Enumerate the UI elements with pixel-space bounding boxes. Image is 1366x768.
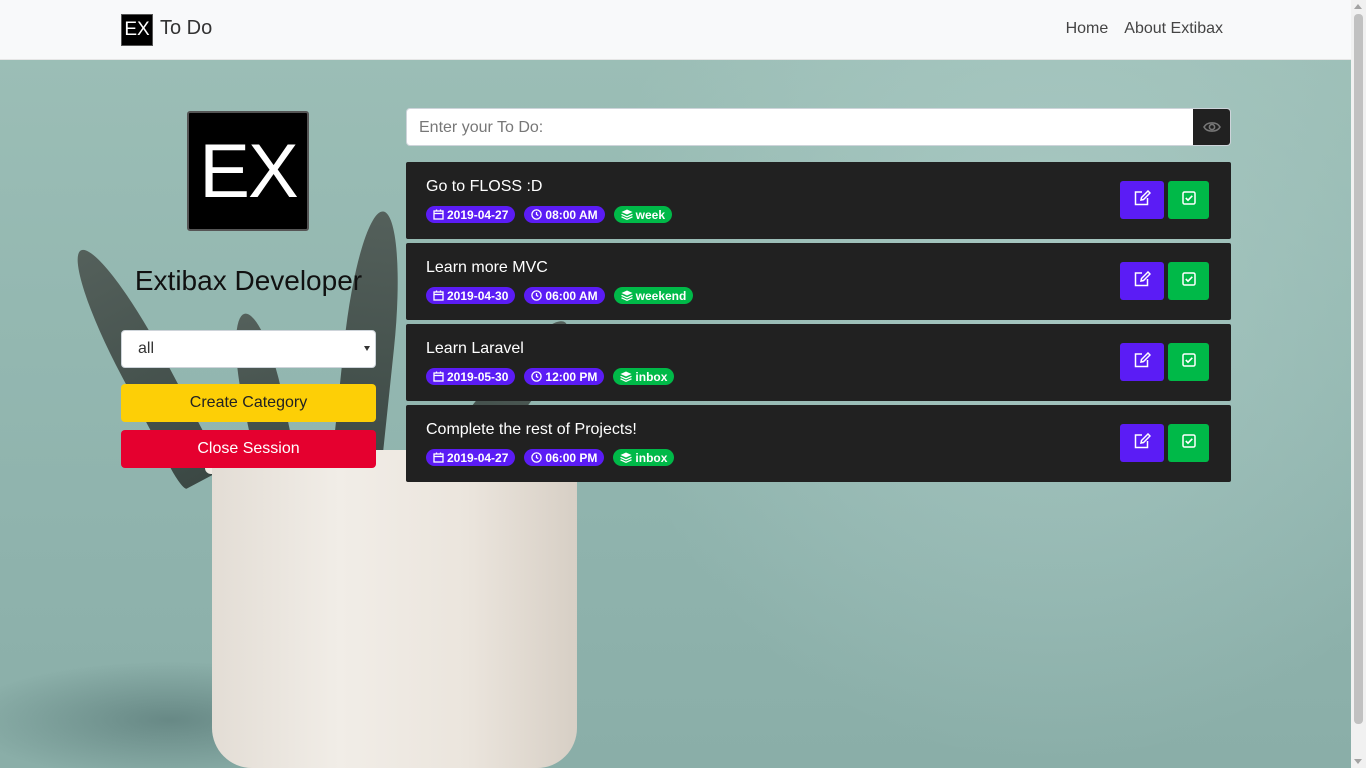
nav-link-about[interactable]: About Extibax — [1124, 20, 1223, 38]
scrollbar-thumb[interactable] — [1354, 14, 1363, 724]
edit-icon — [1133, 351, 1152, 373]
todo-date: 2019-04-30 — [447, 288, 509, 303]
todo-time-badge: 06:00 PM — [524, 449, 605, 466]
plant-pot — [212, 460, 577, 768]
todo-category-badge: inbox — [613, 449, 675, 466]
todo-time-badge: 08:00 AM — [524, 206, 605, 223]
check-square-icon — [1181, 271, 1196, 291]
brand-title: To Do — [160, 16, 213, 39]
todo-badges: 2019-04-30 06:00 AM weekend — [426, 287, 694, 304]
edit-todo-button[interactable] — [1120, 343, 1164, 381]
todo-badges: 2019-05-30 12:00 PM inbox — [426, 368, 675, 385]
clock-icon — [531, 371, 543, 382]
complete-todo-button[interactable] — [1168, 424, 1209, 462]
todo-category-badge: inbox — [613, 368, 675, 385]
complete-todo-button[interactable] — [1168, 181, 1209, 219]
todo-card: Learn more MVC 2019-04-30 06:00 AM weekend — [406, 243, 1231, 320]
todo-category: week — [635, 207, 665, 222]
nav-links: Home About Extibax — [1066, 20, 1223, 38]
todo-time: 06:00 AM — [545, 288, 598, 303]
check-square-icon — [1181, 352, 1196, 372]
complete-todo-button[interactable] — [1168, 343, 1209, 381]
todo-category-badge: week — [613, 206, 672, 223]
todo-time-badge: 06:00 AM — [524, 287, 605, 304]
todo-time-badge: 12:00 PM — [524, 368, 605, 385]
category-select[interactable]: all — [121, 330, 376, 368]
todo-date: 2019-04-27 — [447, 450, 509, 465]
todo-date-badge: 2019-05-30 — [426, 368, 516, 385]
brand-logo: EX — [121, 14, 153, 46]
layers-icon — [620, 290, 633, 301]
calendar-icon — [433, 209, 444, 220]
todo-badges: 2019-04-27 06:00 PM inbox — [426, 449, 675, 466]
edit-icon — [1133, 189, 1152, 211]
eye-icon — [1202, 122, 1221, 132]
chevron-down-icon — [364, 346, 370, 351]
complete-todo-button[interactable] — [1168, 262, 1209, 300]
edit-icon — [1133, 270, 1152, 292]
todo-time: 06:00 PM — [545, 450, 598, 465]
edit-todo-button[interactable] — [1120, 181, 1164, 219]
todo-card: Learn Laravel 2019-05-30 12:00 PM inbox — [406, 324, 1231, 401]
profile-logo: EX — [187, 111, 309, 231]
check-square-icon — [1181, 190, 1196, 210]
close-session-button[interactable]: Close Session — [121, 430, 376, 468]
calendar-icon — [433, 290, 444, 301]
navbar: EX To Do Home About Extibax — [0, 0, 1351, 60]
todo-title: Complete the rest of Projects! — [426, 421, 637, 438]
todo-title: Learn more MVC — [426, 259, 548, 276]
clock-icon — [531, 290, 543, 301]
calendar-icon — [433, 452, 444, 463]
check-square-icon — [1181, 433, 1196, 453]
clock-icon — [531, 452, 543, 463]
todo-category: inbox — [635, 369, 668, 384]
layers-icon — [620, 209, 633, 220]
edit-todo-button[interactable] — [1120, 424, 1164, 462]
edit-todo-button[interactable] — [1120, 262, 1164, 300]
todo-date-badge: 2019-04-27 — [426, 206, 516, 223]
todo-title: Go to FLOSS :D — [426, 178, 543, 195]
calendar-icon — [433, 371, 444, 382]
todo-badges: 2019-04-27 08:00 AM week — [426, 206, 672, 223]
todo-time: 12:00 PM — [545, 369, 598, 384]
layers-icon — [620, 452, 633, 463]
toggle-visibility-button[interactable] — [1193, 109, 1230, 145]
todo-title: Learn Laravel — [426, 340, 524, 357]
profile-name: Extibax Developer — [134, 265, 363, 296]
todo-date-badge: 2019-04-27 — [426, 449, 516, 466]
scrollbar[interactable] — [1351, 0, 1366, 768]
todo-card: Complete the rest of Projects! 2019-04-27… — [406, 405, 1231, 482]
create-category-button[interactable]: Create Category — [121, 384, 376, 422]
navbar-brand[interactable]: EX To Do — [121, 14, 212, 46]
edit-icon — [1133, 432, 1152, 454]
scroll-up-icon[interactable] — [1354, 4, 1362, 9]
nav-link-home[interactable]: Home — [1066, 20, 1109, 38]
todo-category-badge: weekend — [613, 287, 694, 304]
todo-date: 2019-05-30 — [447, 369, 509, 384]
layers-icon — [620, 371, 633, 382]
scroll-down-icon[interactable] — [1354, 759, 1362, 764]
todo-card: Go to FLOSS :D 2019-04-27 08:00 AM week — [406, 162, 1231, 239]
todo-input[interactable]: Enter your To Do: — [406, 108, 1231, 146]
todo-date-badge: 2019-04-30 — [426, 287, 516, 304]
todo-category: inbox — [635, 450, 668, 465]
clock-icon — [531, 209, 543, 220]
todo-time: 08:00 AM — [545, 207, 598, 222]
todo-date: 2019-04-27 — [447, 207, 509, 222]
todo-category: weekend — [635, 288, 687, 303]
category-select-value: all — [138, 340, 155, 357]
todo-input-placeholder: Enter your To Do: — [419, 119, 544, 136]
